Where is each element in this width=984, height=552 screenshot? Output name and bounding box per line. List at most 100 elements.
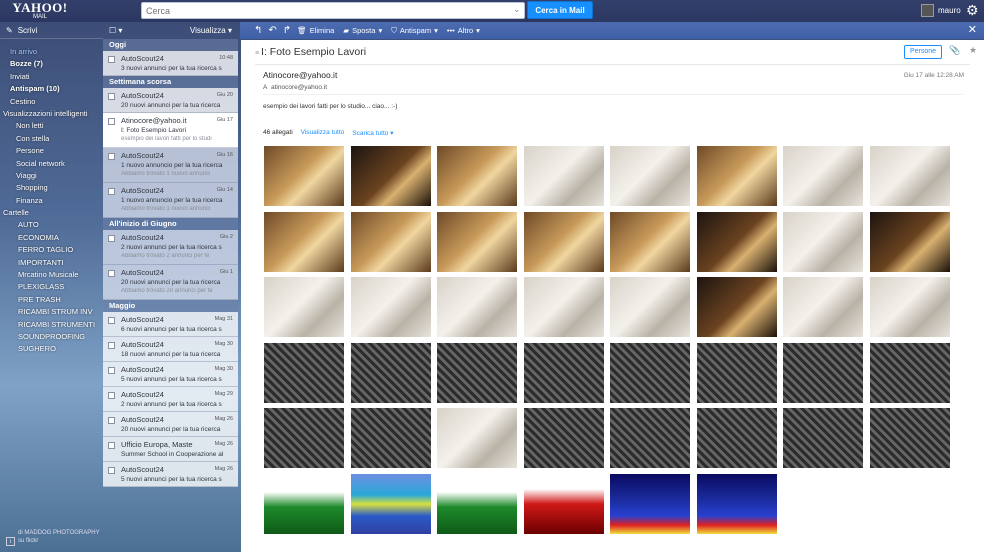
message-checkbox[interactable]	[108, 392, 115, 399]
sidebar-item[interactable]: AUTO	[0, 219, 103, 231]
attachment-thumbnail[interactable]	[610, 342, 690, 403]
sender-email[interactable]: Atinocore@yahoo.it	[263, 70, 337, 80]
attachment-thumbnail[interactable]	[350, 146, 431, 206]
attachment-thumbnail[interactable]	[869, 146, 950, 206]
attachment-thumbnail[interactable]	[437, 211, 517, 272]
search-input[interactable]	[141, 2, 525, 19]
message-row[interactable]: AutoScout24 Giu 20 20 nuovi annunci per la…	[103, 88, 238, 113]
view-dropdown[interactable]: Visualizza ▾	[190, 26, 232, 35]
sidebar-item[interactable]: Social network	[0, 158, 103, 170]
forward-icon[interactable]: ↱	[283, 25, 291, 36]
attachment-thumbnail[interactable]	[610, 211, 690, 272]
attachment-thumbnail[interactable]	[350, 211, 431, 272]
attachment-thumbnail[interactable]	[350, 277, 431, 337]
attachment-thumbnail[interactable]	[610, 277, 690, 337]
attachment-thumbnail[interactable]	[696, 473, 777, 534]
sidebar-item[interactable]: ECONOMIA	[0, 232, 103, 244]
more-button[interactable]: ••• Altro ▾	[447, 26, 480, 35]
attachment-thumbnail[interactable]	[437, 473, 517, 534]
attachment-thumbnail[interactable]	[437, 146, 517, 206]
sidebar-item[interactable]: PRE TRASH	[0, 294, 103, 306]
attachment-thumbnail[interactable]	[783, 342, 863, 403]
chevron-down-icon[interactable]: ⌄	[513, 4, 521, 15]
attachment-thumbnail[interactable]	[264, 473, 344, 534]
message-checkbox[interactable]	[108, 467, 115, 474]
sidebar-item[interactable]: RICAMBI STRUMENTI	[0, 319, 103, 331]
attachment-thumbnail[interactable]	[523, 473, 604, 534]
attachment-thumbnail[interactable]	[610, 146, 690, 206]
attachment-thumbnail[interactable]	[264, 277, 344, 337]
message-checkbox[interactable]	[108, 317, 115, 324]
message-checkbox[interactable]	[108, 342, 115, 349]
attachment-thumbnail[interactable]	[783, 211, 863, 272]
spam-button[interactable]: ⛉ Antispam ▾	[391, 26, 438, 36]
attachment-thumbnail[interactable]	[437, 408, 517, 468]
message-checkbox[interactable]	[108, 56, 115, 63]
attachment-thumbnail[interactable]	[696, 211, 777, 272]
message-checkbox[interactable]	[108, 153, 115, 160]
recipient-email[interactable]: atinocore@yahoo.it	[271, 84, 327, 91]
close-icon[interactable]: ✕	[968, 23, 977, 36]
download-all-link[interactable]: Scarica tutto ▾	[352, 129, 393, 137]
sidebar-item[interactable]: IMPORTANTI	[0, 257, 103, 269]
yahoo-mail-logo[interactable]: YAHOO! MAIL	[10, 0, 70, 22]
sidebar-item[interactable]: Viaggi	[0, 170, 103, 182]
attachment-thumbnail[interactable]	[350, 342, 431, 403]
attachment-thumbnail[interactable]	[523, 277, 604, 337]
message-checkbox[interactable]	[108, 417, 115, 424]
message-row[interactable]: AutoScout24 Giu 14 1 nuovo annuncio per la…	[103, 183, 238, 218]
attachment-thumbnail[interactable]	[350, 408, 431, 468]
sidebar-item[interactable]: SUGHERO	[0, 343, 103, 355]
persone-button[interactable]: Persone	[904, 45, 943, 59]
attachment-thumbnail[interactable]	[869, 408, 950, 468]
attachment-thumbnail[interactable]	[523, 342, 604, 403]
attachment-thumbnail[interactable]	[696, 408, 777, 468]
message-row[interactable]: AutoScout24 Mag 26 5 nuovi annunci per la …	[103, 462, 238, 487]
message-row[interactable]: AutoScout24 Mag 30 5 nuovi annunci per la …	[103, 362, 238, 387]
star-icon[interactable]: ★	[969, 45, 977, 56]
message-row[interactable]: AutoScout24 Mag 30 18 nuovi annunci per la…	[103, 337, 238, 362]
message-row[interactable]: Ufficio Europa, Maste Mag 26 Summer School…	[103, 437, 238, 462]
sidebar-item[interactable]: Inviati	[0, 71, 103, 83]
sidebar-item[interactable]: Mrcatino Musicale	[0, 269, 103, 281]
message-row[interactable]: Atinocore@yahoo.it Giu 17 I: Foto Esempio …	[103, 113, 238, 148]
message-row[interactable]: AutoScout24 Mag 31 6 nuovi annunci per la …	[103, 312, 238, 337]
message-row[interactable]: AutoScout24 Giu 2 2 nuovi annunci per la t…	[103, 230, 238, 265]
user-menu[interactable]: mauro	[921, 4, 961, 17]
message-checkbox[interactable]	[108, 118, 115, 125]
attachment-thumbnail[interactable]	[264, 211, 344, 272]
attachment-thumbnail[interactable]	[610, 473, 690, 534]
sidebar-item[interactable]: Con stella	[0, 133, 103, 145]
message-row[interactable]: AutoScout24 Mag 26 20 nuovi annunci per la…	[103, 412, 238, 437]
attachment-thumbnail[interactable]	[523, 211, 604, 272]
sidebar-item[interactable]: In arrivo	[0, 46, 103, 58]
reply-icon[interactable]: ↰	[254, 25, 262, 36]
message-row[interactable]: AutoScout24 10:48 3 nuovi annunci per la t…	[103, 51, 238, 76]
attachment-thumbnail[interactable]	[696, 146, 777, 206]
sidebar-item[interactable]: Cestino	[0, 96, 103, 108]
message-row[interactable]: AutoScout24 Giu 1 20 nuovi annunci per la …	[103, 265, 238, 300]
reply-all-icon[interactable]: ↶	[268, 25, 276, 36]
move-button[interactable]: ▰ Sposta ▾	[343, 26, 382, 35]
attachment-thumbnail[interactable]	[696, 277, 777, 337]
sidebar-item[interactable]: Non letti	[0, 120, 103, 132]
paperclip-icon[interactable]: 📎	[949, 45, 960, 56]
attachment-thumbnail[interactable]	[696, 342, 777, 403]
message-checkbox[interactable]	[108, 188, 115, 195]
message-row[interactable]: AutoScout24 Giu 16 1 nuovo annuncio per la…	[103, 148, 238, 183]
attachment-thumbnail[interactable]	[437, 342, 517, 403]
message-checkbox[interactable]	[108, 270, 115, 277]
attachment-thumbnail[interactable]	[350, 473, 431, 534]
message-checkbox[interactable]	[108, 442, 115, 449]
attachment-thumbnail[interactable]	[783, 146, 863, 206]
delete-button[interactable]: 🗑 Elimina	[297, 26, 334, 35]
message-checkbox[interactable]	[108, 367, 115, 374]
attachment-thumbnail[interactable]	[610, 408, 690, 468]
attachment-thumbnail[interactable]	[523, 146, 604, 206]
attachment-thumbnail[interactable]	[437, 277, 517, 337]
compose-button[interactable]: ✎ Scrivi	[0, 22, 103, 39]
attachment-thumbnail[interactable]	[264, 408, 344, 468]
attachment-thumbnail[interactable]	[783, 277, 863, 337]
sidebar-item[interactable]: RICAMBI STRUM INV	[0, 306, 103, 318]
sidebar-item[interactable]: Bozze (7)	[0, 58, 103, 70]
